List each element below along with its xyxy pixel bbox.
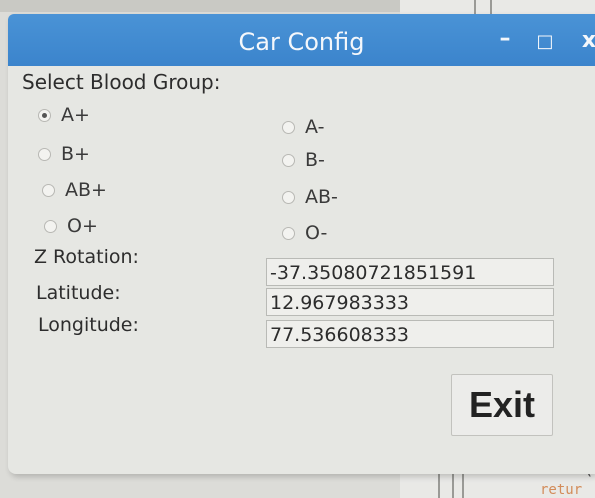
background-divider [438,474,440,498]
radio-ab-positive[interactable]: AB+ [42,178,107,202]
radio-unchecked-icon [282,226,295,240]
radio-label: O- [305,222,328,244]
radio-label: B+ [61,143,90,165]
title-bar[interactable]: Car Config – □ x [8,14,595,66]
background-divider [490,0,492,14]
longitude-field[interactable]: 77.536608333 [266,320,554,348]
maximize-icon[interactable]: □ [532,31,558,52]
blood-group-label: Select Blood Group: [22,70,221,94]
background-divider [462,474,464,498]
minimize-icon[interactable]: – [492,26,518,51]
radio-a-negative[interactable]: A- [282,115,324,139]
background-divider [474,0,476,14]
radio-label: O+ [67,215,98,237]
radio-o-negative[interactable]: O- [282,221,327,245]
radio-a-positive[interactable]: A+ [38,103,90,127]
close-icon[interactable]: x [576,28,595,53]
radio-label: AB- [305,186,338,208]
radio-b-positive[interactable]: B+ [38,142,90,166]
radio-unchecked-icon [282,190,295,204]
radio-unchecked-icon [282,153,295,167]
z-rotation-field[interactable]: -37.35080721851591 [266,258,554,286]
radio-ab-negative[interactable]: AB- [282,185,338,209]
radio-unchecked-icon [42,183,55,197]
radio-unchecked-icon [44,219,57,233]
exit-button[interactable]: Exit [451,374,553,436]
background-divider [452,474,454,498]
z-rotation-label: Z Rotation: [34,246,139,268]
radio-o-positive[interactable]: O+ [44,214,98,238]
background-code-text: retur [540,482,583,498]
radio-label: B- [305,149,325,171]
radio-unchecked-icon [282,120,295,134]
radio-label: A- [305,116,325,138]
radio-b-negative[interactable]: B- [282,148,325,172]
longitude-label: Longitude: [38,314,139,336]
radio-label: AB+ [65,179,107,201]
radio-checked-icon [38,108,51,122]
radio-label: A+ [61,104,90,126]
latitude-field[interactable]: 12.967983333 [266,288,554,316]
latitude-label: Latitude: [36,282,121,304]
radio-unchecked-icon [38,147,51,161]
car-config-window: Car Config – □ x Select Blood Group: A+ … [8,14,595,474]
